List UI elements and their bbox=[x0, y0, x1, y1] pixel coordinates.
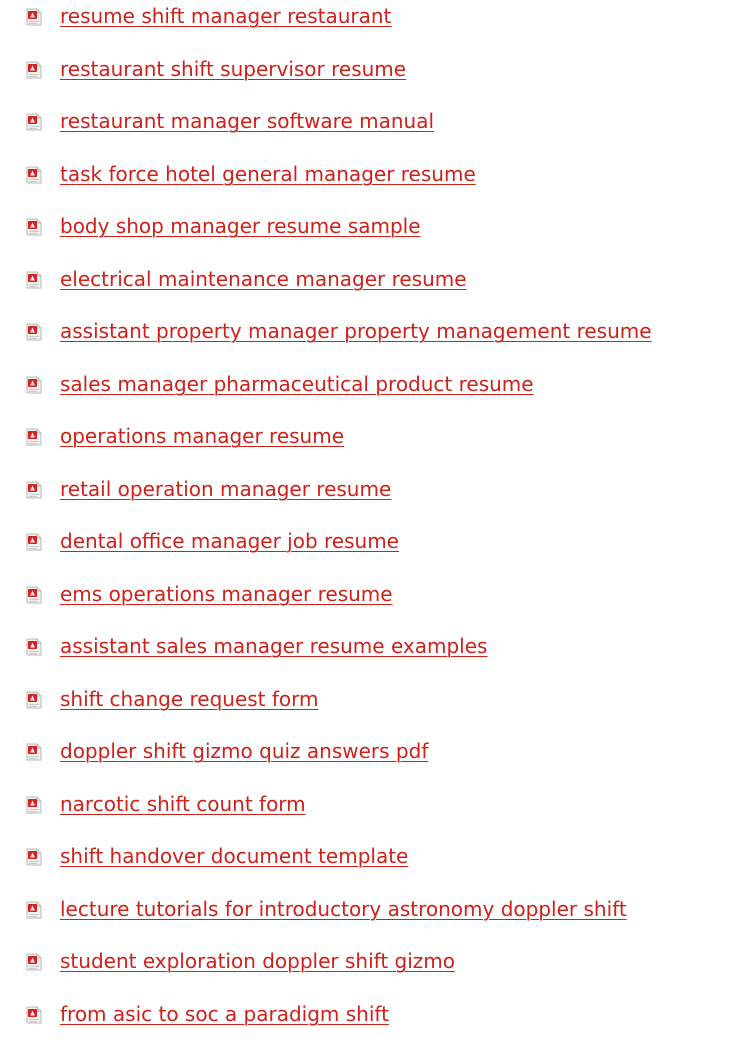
pdf-link[interactable]: student exploration doppler shift gizmo bbox=[60, 949, 455, 973]
pdf-file-icon[interactable] bbox=[26, 113, 42, 131]
pdf-file-icon[interactable] bbox=[26, 743, 42, 761]
pdf-link[interactable]: body shop manager resume sample bbox=[60, 214, 421, 238]
pdf-link[interactable]: task force hotel general manager resume bbox=[60, 162, 476, 186]
pdf-link[interactable]: doppler shift gizmo quiz answers pdf bbox=[60, 739, 428, 763]
pdf-file-icon[interactable] bbox=[26, 166, 42, 184]
pdf-file-icon[interactable] bbox=[26, 8, 42, 26]
pdf-file-icon[interactable] bbox=[26, 691, 42, 709]
pdf-link[interactable]: restaurant shift supervisor resume bbox=[60, 57, 406, 81]
pdf-file-icon[interactable] bbox=[26, 1006, 42, 1024]
pdf-file-icon[interactable] bbox=[26, 271, 42, 289]
pdf-link[interactable]: restaurant manager software manual bbox=[60, 109, 434, 133]
pdf-file-icon[interactable] bbox=[26, 953, 42, 971]
pdf-link[interactable]: ems operations manager resume bbox=[60, 582, 393, 606]
pdf-file-icon[interactable] bbox=[26, 796, 42, 814]
pdf-file-icon[interactable] bbox=[26, 481, 42, 499]
pdf-link[interactable]: resume shift manager restaurant bbox=[60, 4, 391, 28]
pdf-link[interactable]: lecture tutorials for introductory astro… bbox=[60, 897, 627, 921]
pdf-link[interactable]: narcotic shift count form bbox=[60, 792, 306, 816]
pdf-file-icon[interactable] bbox=[26, 323, 42, 341]
pdf-link[interactable]: sales manager pharmaceutical product res… bbox=[60, 372, 534, 396]
pdf-link[interactable]: from asic to soc a paradigm shift bbox=[60, 1002, 389, 1026]
pdf-link[interactable]: assistant property manager property mana… bbox=[60, 319, 652, 343]
pdf-file-icon[interactable] bbox=[26, 376, 42, 394]
pdf-file-icon[interactable] bbox=[26, 428, 42, 446]
pdf-link[interactable]: shift change request form bbox=[60, 687, 319, 711]
pdf-file-icon[interactable] bbox=[26, 638, 42, 656]
pdf-file-icon[interactable] bbox=[26, 533, 42, 551]
pdf-link[interactable]: electrical maintenance manager resume bbox=[60, 267, 467, 291]
pdf-link[interactable]: shift handover document template bbox=[60, 844, 408, 868]
pdf-link[interactable]: operations manager resume bbox=[60, 424, 344, 448]
pdf-file-icon[interactable] bbox=[26, 848, 42, 866]
pdf-file-icon[interactable] bbox=[26, 586, 42, 604]
pdf-file-icon[interactable] bbox=[26, 901, 42, 919]
pdf-file-icon[interactable] bbox=[26, 61, 42, 79]
pdf-file-icon[interactable] bbox=[26, 218, 42, 236]
pdf-link[interactable]: dental office manager job resume bbox=[60, 529, 399, 553]
pdf-link[interactable]: assistant sales manager resume examples bbox=[60, 634, 487, 658]
pdf-link[interactable]: retail operation manager resume bbox=[60, 477, 391, 501]
